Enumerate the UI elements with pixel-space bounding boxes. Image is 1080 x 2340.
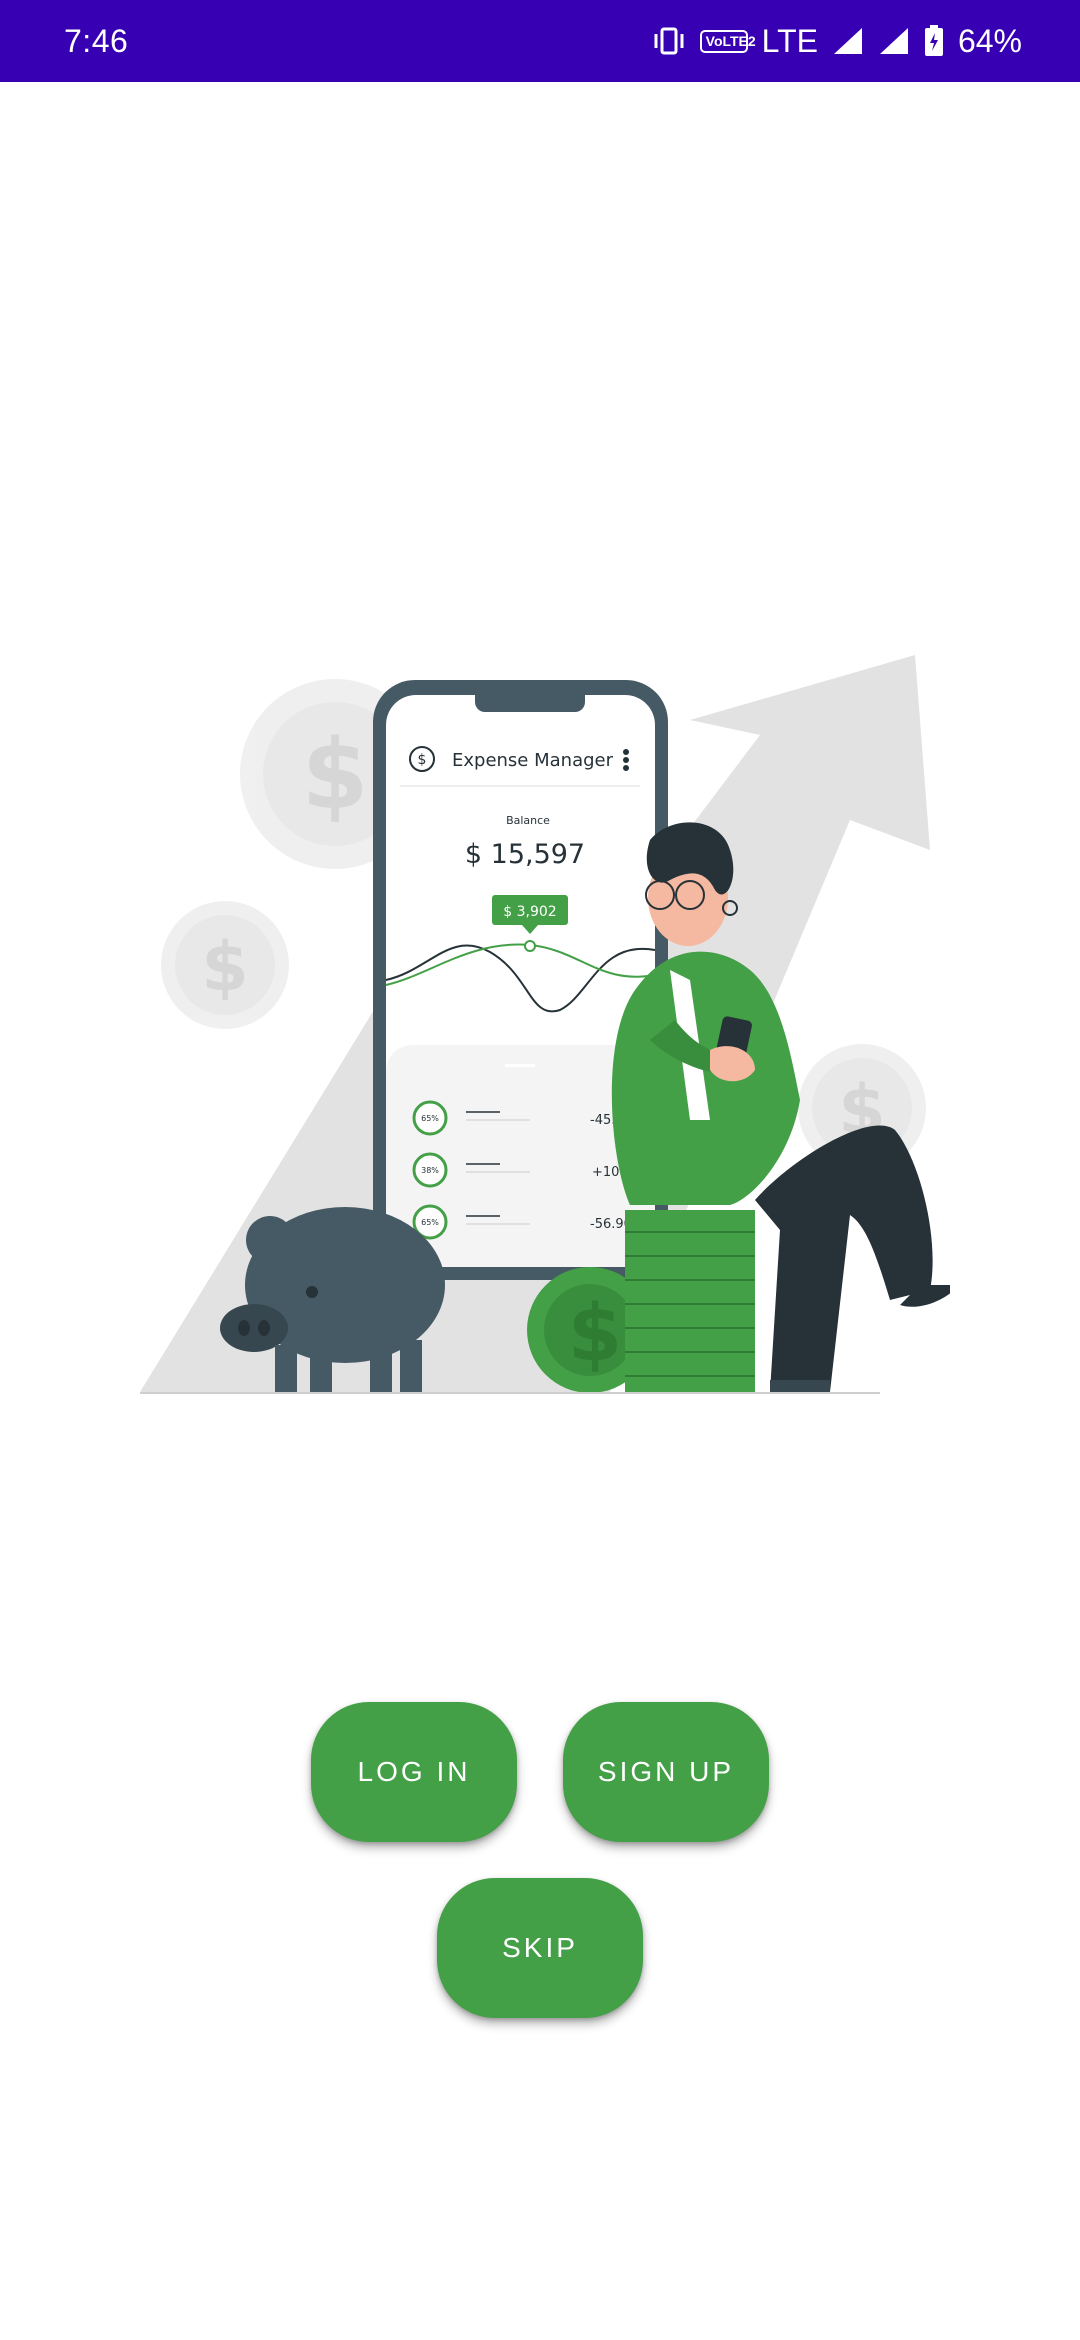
volte-icon: VoLTE2 [699,29,756,53]
battery-icon [924,25,944,57]
phone-illustration: $ Expense Manager Balance $ 15,597 $ 3,9… [373,680,668,1280]
svg-text:$: $ [302,719,369,831]
svg-text:65%: 65% [421,1114,439,1123]
balance-label: Balance [506,814,550,827]
signal-icon-1 [832,26,864,56]
tooltip-value: $ 3,902 [503,904,556,920]
hero-illustration: $ $ $ $ Expense Manager Balance $ 15,597… [130,640,960,1400]
svg-text:38%: 38% [421,1166,439,1175]
svg-text:$: $ [201,928,248,1007]
svg-text:65%: 65% [421,1218,439,1227]
battery-percent: 64% [957,22,1022,59]
signal-icon-2 [878,26,910,56]
network-type: LTE [761,22,818,59]
signup-button[interactable]: SIGN UP [563,1702,769,1842]
svg-text:$: $ [568,1289,622,1379]
vibrate-icon [652,26,686,56]
app-title: Expense Manager [452,750,614,771]
status-time: 7:46 [64,22,129,59]
svg-text:$: $ [418,752,427,768]
skip-button[interactable]: SKIP [437,1878,643,2018]
status-icons: VoLTE2 LTE 64% [652,23,1022,60]
balance-value: $ 15,597 [465,839,585,870]
status-bar: 7:46 VoLTE2 LTE 64% [0,0,1080,82]
login-button[interactable]: LOG IN [311,1702,517,1842]
